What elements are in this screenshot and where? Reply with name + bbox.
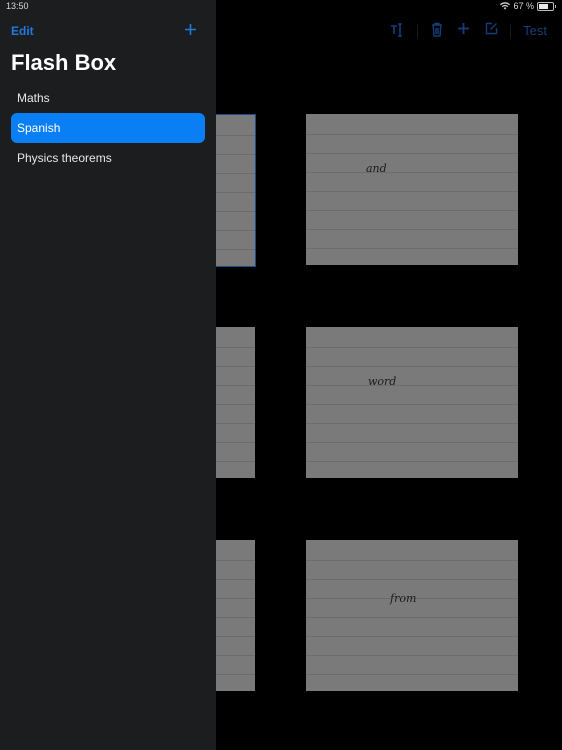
card-grid: Test and word from (216, 0, 562, 750)
plus-icon (185, 24, 196, 35)
flashcard-row2-right[interactable]: word (306, 327, 518, 478)
battery-percent: 67 % (513, 1, 534, 11)
flashcard-row3-right[interactable]: from (306, 540, 518, 691)
compose-icon[interactable] (485, 22, 498, 40)
toolbar-divider (510, 24, 511, 38)
card-handwriting: from (390, 592, 417, 605)
deck-item-maths[interactable]: Maths (11, 83, 205, 113)
trash-icon[interactable] (431, 22, 443, 42)
test-button[interactable]: Test (523, 23, 547, 38)
page-title: Flash Box (11, 50, 117, 75)
card-handwriting: and (366, 162, 387, 175)
sidebar: Edit Flash Box Maths Spanish Physics the… (0, 0, 216, 750)
flashcard-row2-left[interactable] (216, 327, 255, 478)
toolbar: Test (216, 18, 562, 44)
battery-icon (537, 1, 556, 11)
deck-item-spanish[interactable]: Spanish (11, 113, 205, 143)
wifi-icon (500, 2, 511, 10)
add-card-icon[interactable] (457, 22, 470, 40)
flashcard-row3-left[interactable] (216, 540, 255, 691)
status-indicators: 67 % (500, 1, 556, 11)
flashcard-row1-left[interactable] (216, 114, 256, 267)
text-cursor-icon[interactable] (390, 22, 404, 43)
status-time: 13:50 (6, 1, 29, 11)
deck-item-physics-theorems[interactable]: Physics theorems (11, 143, 205, 173)
toolbar-divider (417, 24, 418, 38)
edit-button[interactable]: Edit (11, 24, 34, 38)
card-handwriting: word (368, 375, 397, 388)
add-deck-button[interactable] (184, 20, 197, 41)
deck-list: Maths Spanish Physics theorems (11, 83, 205, 173)
flashcard-row1-right[interactable]: and (306, 114, 518, 265)
status-bar: 13:50 67 % (0, 0, 562, 14)
